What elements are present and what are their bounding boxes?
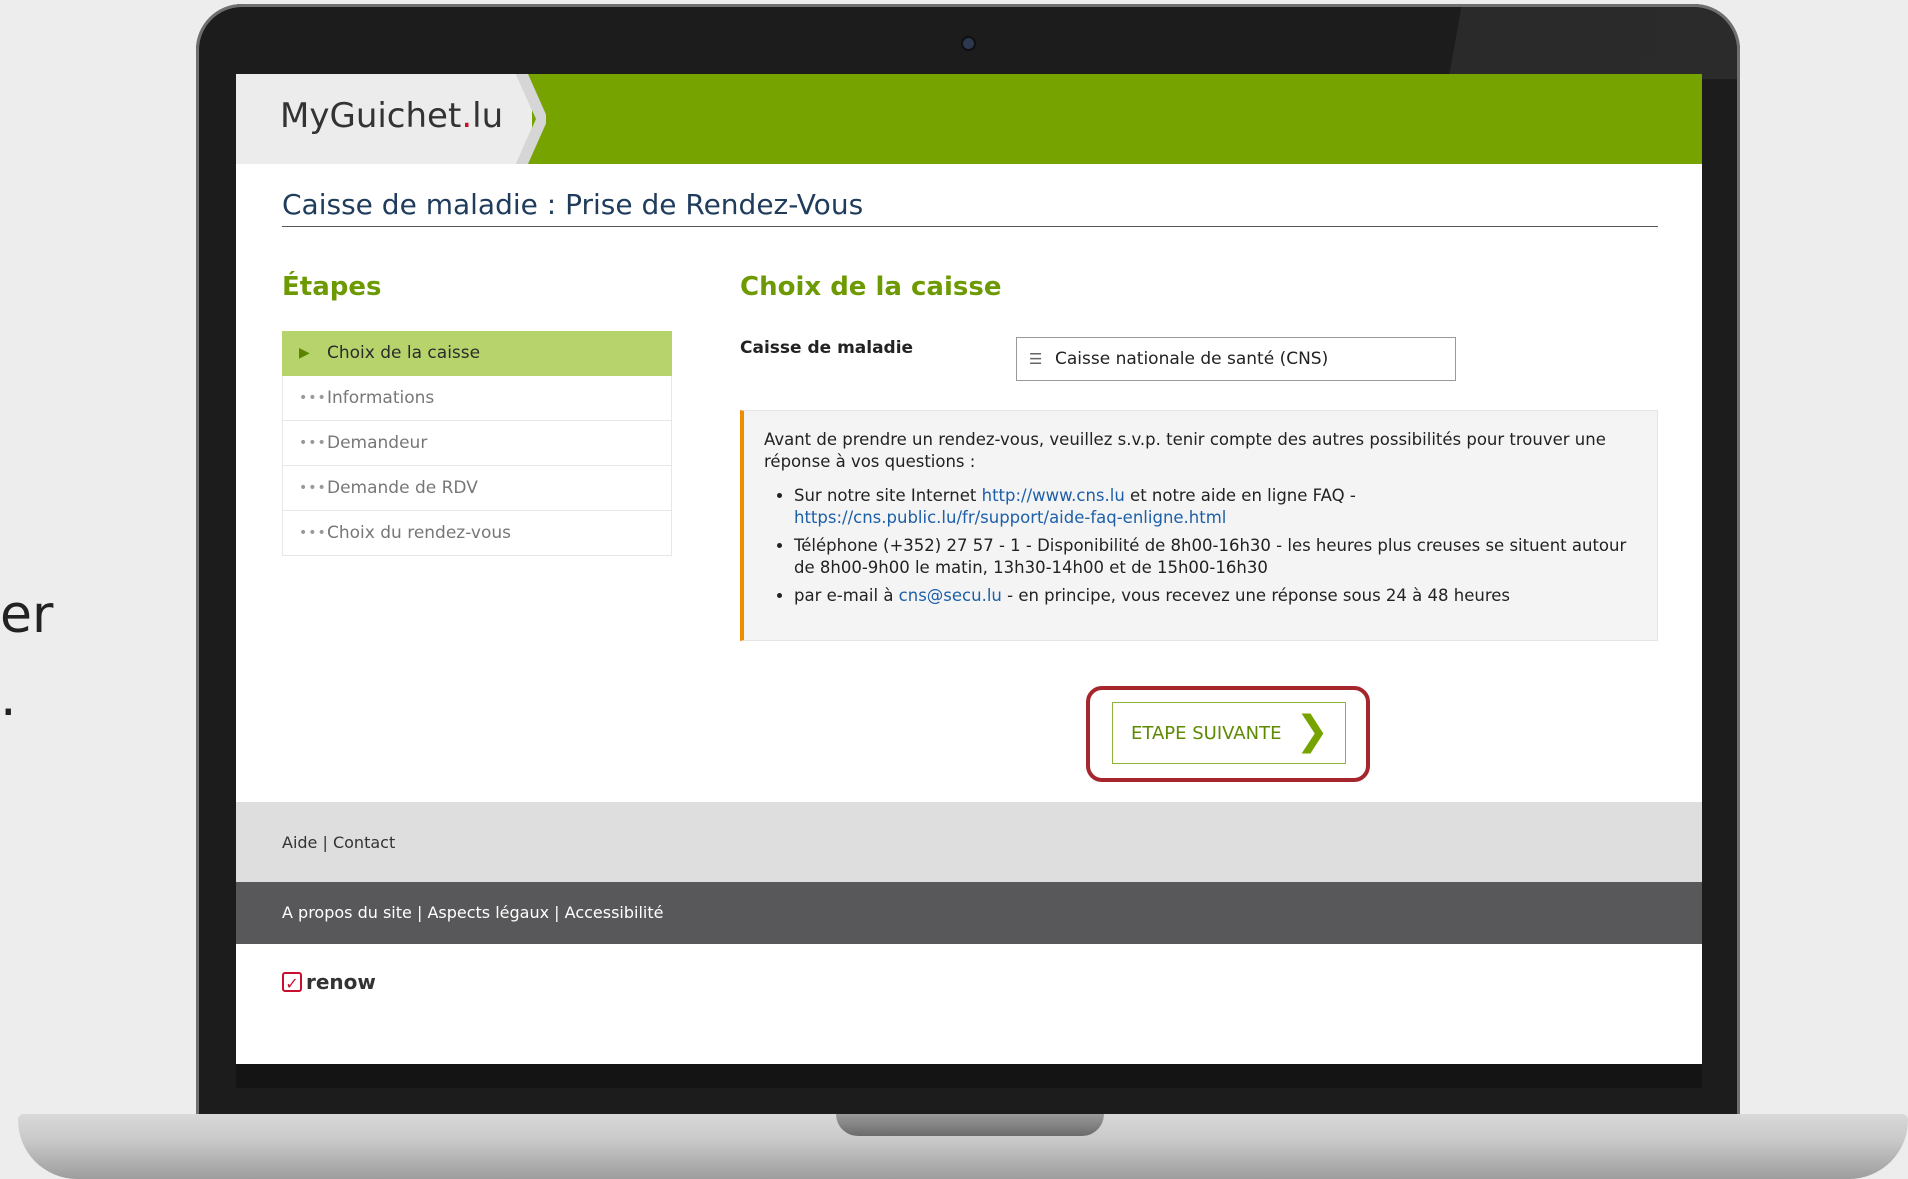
info-item-phone: Téléphone (+352) 27 57 - 1 - Disponibili… [794,535,1637,579]
renow-label: renow [306,970,376,994]
info-item-website: Sur notre site Internet http://www.cns.l… [794,485,1637,529]
info-intro: Avant de prendre un rendez-vous, veuille… [764,430,1606,471]
info-text: et notre aide en ligne FAQ - [1124,486,1356,505]
info-item-email: par e-mail à cns@secu.lu - en principe, … [794,585,1637,607]
triangle-right-icon: ▶ [299,345,311,361]
footer-links: Aide | Contact [282,833,395,852]
separator: | [322,833,333,852]
step-label: Choix du rendez-vous [327,523,511,543]
step-item: ••• Demande de RDV [282,466,672,511]
footer-legal-bar: A propos du site | Aspects légaux | Acce… [236,882,1702,944]
info-list: Sur notre site Internet http://www.cns.l… [764,485,1637,607]
laptop-notch [836,1114,1104,1136]
background-text-fragment: . [0,668,17,728]
renow-logo[interactable]: ✓ renow [282,970,376,994]
footer-legal-links: A propos du site | Aspects légaux | Acce… [282,903,663,922]
logo-suffix: lu [472,96,504,136]
steps-heading: Étapes [282,272,382,302]
step-label: Informations [327,388,435,408]
next-step-label: ETAPE SUIVANTE [1131,722,1282,744]
logo-dot: . [461,96,473,136]
list-icon: ☰ [1029,350,1043,368]
info-notice: Avant de prendre un rendez-vous, veuille… [740,410,1658,641]
caisse-select[interactable]: ☰ Caisse nationale de santé (CNS) [1016,337,1456,381]
step-label: Choix de la caisse [327,343,481,363]
footer-link-accessibility[interactable]: Accessibilité [565,903,664,922]
title-divider [282,226,1658,227]
steps-list: ▶ Choix de la caisse ••• Informations ••… [282,331,672,556]
logo-main: Guichet [329,96,462,136]
step-item: ••• Choix du rendez-vous [282,511,672,556]
checkmark-icon: ✓ [282,972,302,993]
step-item: ••• Demandeur [282,421,672,466]
ellipsis-icon: ••• [299,390,327,406]
camera-icon [963,38,974,49]
separator: | [554,903,565,922]
separator: | [416,903,428,922]
caisse-select-value: Caisse nationale de santé (CNS) [1055,349,1329,369]
page-title: Caisse de maladie : Prise de Rendez-Vous [282,188,864,221]
laptop-screen: MyGuichet.lu Caisse de maladie : Prise d… [236,74,1702,1064]
ellipsis-icon: ••• [299,435,327,451]
logo-prefix: My [280,96,330,136]
step-label: Demande de RDV [327,478,478,498]
faq-link[interactable]: https://cns.public.lu/fr/support/aide-fa… [794,508,1226,527]
myguichet-logo[interactable]: MyGuichet.lu [280,96,503,136]
screen-bezel-bottom [236,1064,1702,1088]
next-step-button[interactable]: ETAPE SUIVANTE ❯ [1112,702,1346,764]
step-item: ••• Informations [282,376,672,421]
cns-website-link[interactable]: http://www.cns.lu [982,486,1125,505]
footer-link-contact[interactable]: Contact [333,833,395,852]
footer-link-apropos[interactable]: A propos du site [282,903,412,922]
form-heading: Choix de la caisse [740,272,1002,302]
footer-links-bar: Aide | Contact [236,802,1702,882]
step-item[interactable]: ▶ Choix de la caisse [282,331,672,376]
ellipsis-icon: ••• [299,525,327,541]
caisse-field-label: Caisse de maladie [740,338,914,358]
footer-link-aide[interactable]: Aide [282,833,317,852]
step-label: Demandeur [327,433,428,453]
ellipsis-icon: ••• [299,480,327,496]
laptop-glare [1380,7,1737,79]
info-text: Sur notre site Internet [794,486,982,505]
chevron-right-icon: ❯ [1295,708,1329,754]
email-link[interactable]: cns@secu.lu [899,586,1002,605]
info-text: par e-mail à [794,586,899,605]
background-text-fragment: er [0,585,54,645]
footer-link-legal[interactable]: Aspects légaux [427,903,549,922]
info-text: - en principe, vous recevez une réponse … [1001,586,1510,605]
